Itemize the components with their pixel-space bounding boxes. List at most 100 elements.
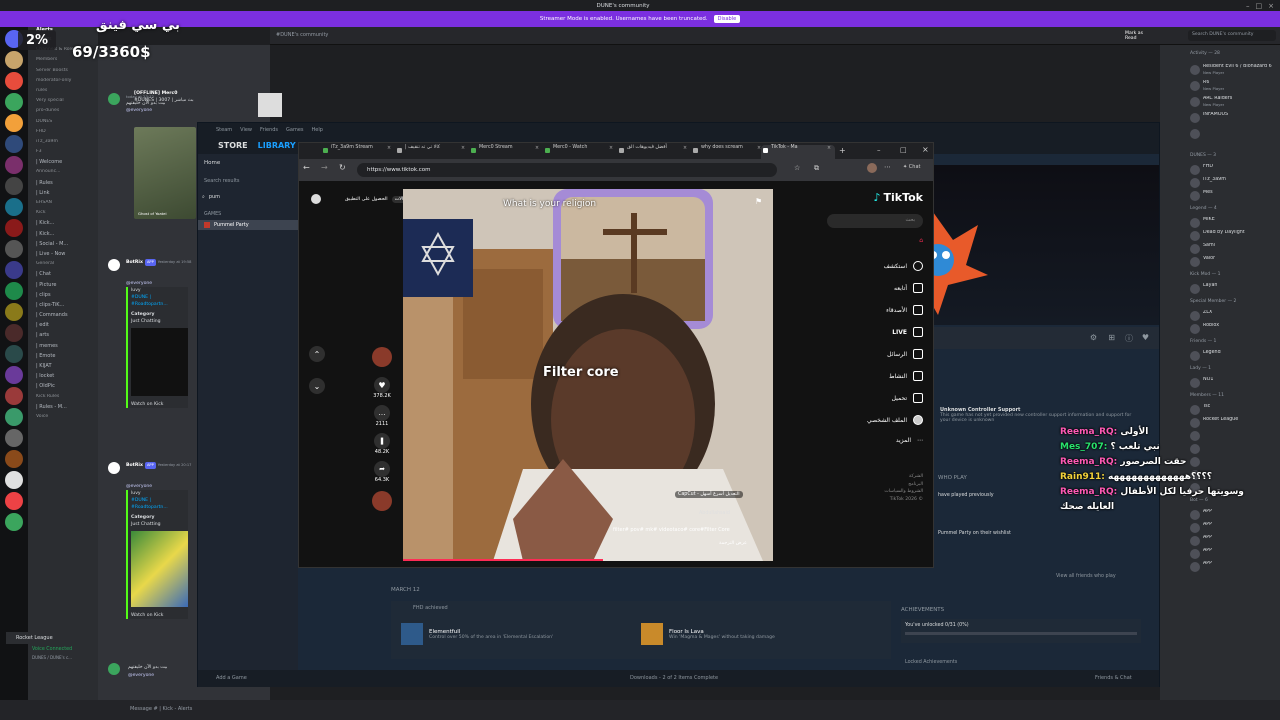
server-icon[interactable] [5,387,23,405]
server-icon[interactable] [5,303,23,321]
channel-item[interactable]: | Rules [28,180,98,190]
nav-store[interactable]: STORE [218,141,248,150]
nav-library[interactable]: LIBRARY [258,141,296,150]
channel-category[interactable]: Kick Rules [28,394,98,404]
info-icon[interactable]: ⓘ [1125,333,1133,344]
maximize-icon[interactable]: □ [1256,2,1263,10]
channel-category[interactable]: Voice [28,414,98,424]
member-item[interactable]: Sami [1166,242,1278,256]
browser-tab[interactable]: why does scream × [691,145,765,159]
activity-item[interactable]: ARC Raiders New Player [1166,95,1278,109]
avatar[interactable] [108,259,120,271]
sound-disc[interactable] [372,491,392,511]
like-icon[interactable]: ♥ [374,377,390,393]
footer-link[interactable]: الشروط والسياسات [884,488,923,496]
mention[interactable]: @everyone [128,673,154,678]
prev-video-icon[interactable]: ⌃ [309,346,325,362]
embed-title[interactable]: #DUNE | #Roadtopartn... [131,497,188,511]
channel-category[interactable]: EHSAN [28,200,98,210]
profile-avatar[interactable] [867,163,877,173]
avatar[interactable] [108,462,120,474]
channel-category[interactable]: General [28,261,98,271]
reload-icon[interactable]: ↻ [339,163,346,172]
server-icon[interactable] [5,492,23,510]
browser-tab[interactable]: Merc0 - Watch × [543,145,617,159]
server-icon[interactable] [5,177,23,195]
games-category[interactable]: GAMES [198,202,298,217]
nav-profile[interactable]: الملف الشخصي [867,415,923,425]
server-icon[interactable] [5,219,23,237]
close-tab-icon[interactable]: × [535,146,539,151]
channel-item[interactable]: | OldPic [28,383,98,393]
nav-upload[interactable]: تحميل [892,393,923,403]
see-translation-link[interactable]: عرض الترجمة [719,541,747,546]
server-icon[interactable] [5,450,23,468]
member-item[interactable]: APP [1166,534,1278,548]
bookmark-icon[interactable]: ❚ [374,433,390,449]
server-icon[interactable] [5,198,23,216]
library-home[interactable]: Home [198,154,298,172]
server-icon[interactable] [5,240,23,258]
achievement-2[interactable]: Floor Is Lava Win 'Magma & Mages' withou… [641,623,775,645]
channel-category[interactable]: iTz_3a9m [28,139,98,149]
menu-steam[interactable]: Steam [216,127,232,133]
friends-chat-button[interactable]: Friends & Chat [1095,675,1132,681]
embed-image[interactable] [258,93,282,117]
message-author[interactable]: BotRix [126,259,143,266]
activity-item[interactable]: Resident Evil 6 / Biohazard 6 New Player [1166,63,1278,77]
browser-tab[interactable]: Merc0 Stream × [469,145,543,159]
nav-friends[interactable]: الأصدقاء [886,305,923,315]
extensions-icon[interactable]: ⧉ [814,164,819,173]
member-item[interactable]: Valor [1166,255,1278,269]
watch-on-kick-button[interactable]: Watch on Kick [131,401,188,408]
browser-tab[interactable]: أفضل ڤيديوهات الق × [617,145,691,159]
close-tab-icon[interactable]: × [461,146,465,151]
member-item[interactable]: APP [1166,560,1278,574]
watch-on-kick-button[interactable]: Watch on Kick [131,612,188,619]
member-item[interactable]: Dead by Daylight [1166,229,1278,243]
channel-item[interactable]: | Kick... [28,220,98,230]
close-icon[interactable]: × [1268,2,1274,10]
downloads-status[interactable]: Downloads - 2 of 2 Items Complete [630,675,718,681]
nav-more[interactable]: المزيد ⋯ [896,437,923,444]
footer-link[interactable]: البرنامج [884,481,923,489]
embed-image[interactable] [131,531,188,607]
menu-friends[interactable]: Friends [260,127,278,133]
channel-item[interactable]: | Rules - M... [28,404,98,414]
close-tab-icon[interactable]: × [683,146,687,151]
tiktok-logo[interactable]: ♪ TikTok [873,191,923,204]
server-icon[interactable] [5,471,23,489]
member-item[interactable]: APP [1166,547,1278,561]
channel-category[interactable]: Very special [28,98,98,108]
video-player[interactable]: What is your religion Filter core CapCut… [403,189,773,561]
member-item[interactable]: MIKE [1166,216,1278,230]
channel-category[interactable]: DUNES [28,119,98,129]
channel-item[interactable]: | memes [28,343,98,353]
minimize-icon[interactable]: – [1246,2,1250,10]
minimize-icon[interactable]: – [877,146,881,154]
channel-item[interactable]: | Social - M... [28,241,98,251]
share-icon[interactable]: ➦ [374,461,390,477]
channel-item[interactable]: | Kick... [28,231,98,241]
channel-item[interactable]: | arts [28,332,98,342]
disable-streamer-mode-button[interactable]: Disable [713,15,741,23]
nav-following[interactable]: أتابعه [894,283,923,293]
channel-item[interactable]: | clips-TiK... [28,302,98,312]
nav-messages[interactable]: الرسائل [887,349,923,359]
tiktok-search-input[interactable]: بحث [827,214,923,228]
star-icon[interactable]: ☆ [794,164,800,172]
close-icon[interactable]: × [922,145,929,154]
locked-achievements[interactable]: Locked Achievements [905,660,957,665]
message-author[interactable]: BotRix [126,462,143,469]
menu-games[interactable]: Games [286,127,304,133]
url-input[interactable]: https://www.tiktok.com [357,163,777,177]
maximize-icon[interactable]: □ [900,146,907,154]
rocket-league-activity[interactable]: Rocket League [6,632,96,644]
channel-item[interactable]: | Picture [28,282,98,292]
get-app-link[interactable]: الحصول على التطبيق [345,197,388,202]
embed-image[interactable] [131,328,188,396]
back-icon[interactable]: ← [303,163,310,172]
close-tab-icon[interactable]: × [609,146,613,151]
server-icon[interactable] [5,114,23,132]
channel-item[interactable]: | Emote [28,353,98,363]
